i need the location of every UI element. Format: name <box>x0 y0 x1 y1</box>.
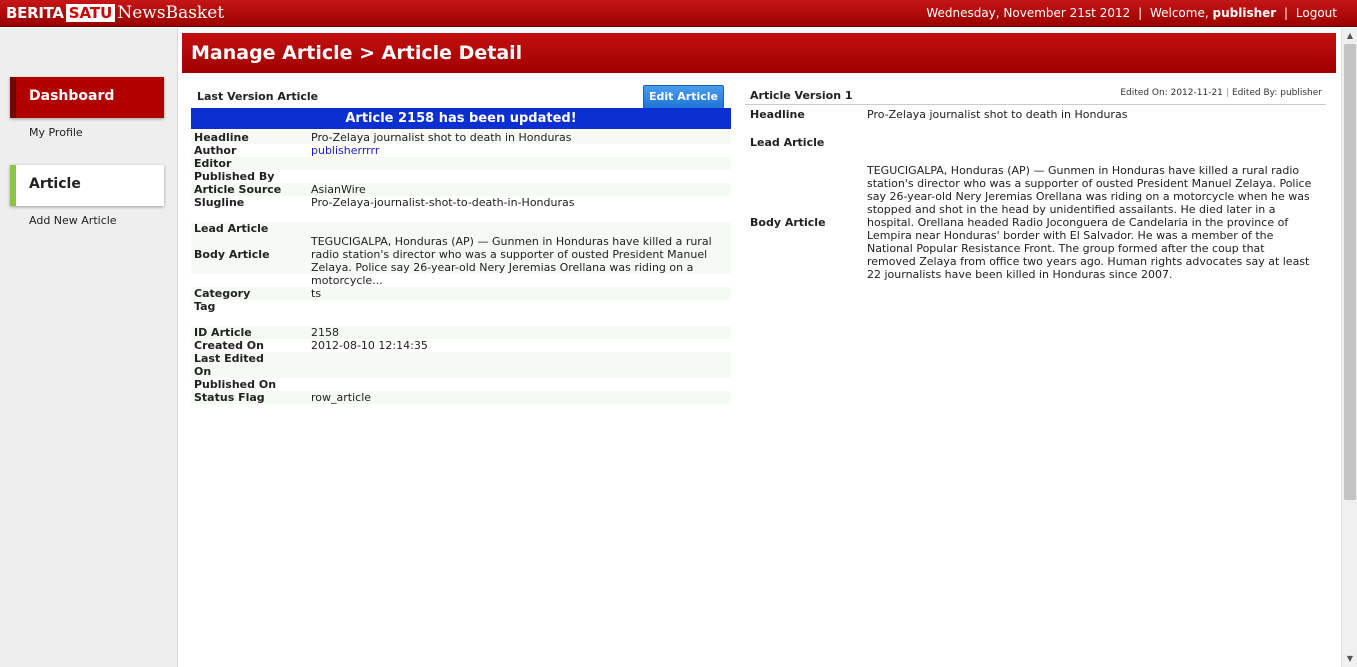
field-label: Published By <box>194 170 275 183</box>
edited-on: Edited On: 2012-11-21 <box>1120 88 1223 98</box>
field-value: 2158 <box>311 326 339 339</box>
field-label: Editor <box>194 157 232 170</box>
logo-newsbasket: NewsBasket <box>117 3 225 23</box>
field-label: Created On <box>194 339 264 352</box>
field-label: ID Article <box>194 326 252 339</box>
field-label: Body Article <box>194 248 270 261</box>
page-header: Manage Article > Article Detail <box>182 33 1336 73</box>
version-meta: Edited On: 2012-11-21 | Edited By: publish… <box>1120 88 1322 98</box>
user-info: Wednesday, November 21st 2012 | Welcome,… <box>926 6 1337 20</box>
logout-link[interactable]: Logout <box>1296 6 1337 20</box>
app-logo[interactable]: BERITA SATU NewsBasket <box>6 3 224 23</box>
field-row-id-article: ID Article 2158 <box>191 326 731 339</box>
field-value: Pro-Zelaya journalist shot to death in H… <box>311 131 572 144</box>
field-row-article-source: Article Source AsianWire <box>191 183 731 196</box>
separator: | <box>1225 88 1229 98</box>
field-value: 2012-08-10 12:14:35 <box>311 339 428 352</box>
field-row-headline: Headline Pro-Zelaya journalist shot to d… <box>191 131 731 144</box>
version-headline-value: Pro-Zelaya journalist shot to death in H… <box>867 108 1128 121</box>
field-row-status-flag: Status Flag row_article <box>191 391 731 404</box>
top-bar: BERITA SATU NewsBasket Wednesday, Novemb… <box>0 0 1357 27</box>
welcome-text: Welcome, <box>1149 6 1209 20</box>
author-link[interactable]: publisherrrrr <box>311 144 379 157</box>
article-version-title: Article Version 1 <box>750 89 853 102</box>
sidebar: Dashboard My Profile Article Add New Art… <box>0 28 178 667</box>
version-headline-label: Headline <box>750 108 805 121</box>
field-row-category: Category ts <box>191 287 731 300</box>
field-label: Headline <box>194 131 249 144</box>
field-value: ts <box>311 287 322 300</box>
field-label: Lead Article <box>194 222 269 235</box>
field-row-editor: Editor <box>191 157 731 170</box>
field-row-created-on: Created On 2012-08-10 12:14:35 <box>191 339 731 352</box>
field-label: Slugline <box>194 196 245 209</box>
version-body-text: TEGUCIGALPA, Honduras (AP) — Gunmen in H… <box>867 164 1312 281</box>
field-row-last-edited: Last Edited <box>191 352 731 365</box>
field-value: Pro-Zelaya-journalist-shot-to-death-in-H… <box>311 196 575 209</box>
my-profile-link[interactable]: My Profile <box>29 126 83 139</box>
field-value: AsianWire <box>311 183 366 196</box>
field-row-lead-article: Lead Article <box>191 222 731 235</box>
scroll-thumb[interactable] <box>1344 44 1356 500</box>
field-label: Article Source <box>194 183 282 196</box>
logo-satu: SATU <box>65 4 116 22</box>
page-title: Manage Article > Article Detail <box>191 42 523 64</box>
field-label: Tag <box>194 300 216 313</box>
logo-berita: BERITA <box>6 4 64 22</box>
separator: | <box>1138 6 1143 20</box>
add-new-article-link[interactable]: Add New Article <box>29 214 117 227</box>
field-value: row_article <box>311 391 372 404</box>
body-article-preview: TEGUCIGALPA, Honduras (AP) — Gunmen in H… <box>311 235 712 287</box>
field-row-tag: Tag <box>191 300 731 313</box>
update-banner: Article 2158 has been updated! <box>191 108 731 129</box>
field-label: Status Flag <box>194 391 265 404</box>
field-label: Author <box>194 144 237 157</box>
field-label: On <box>194 365 212 378</box>
last-version-title: Last Version Article <box>197 90 319 103</box>
field-row-last-edited-cont: On <box>191 365 731 378</box>
scroll-up-icon[interactable]: ▲ <box>1342 30 1357 42</box>
sidebar-item-label: Dashboard <box>29 88 115 104</box>
field-row-published-by: Published By <box>191 170 731 183</box>
field-label: Category <box>194 287 251 300</box>
version-lead-label: Lead Article <box>750 136 825 149</box>
separator: | <box>1284 6 1289 20</box>
page-scrollbar[interactable]: ▲ ▼ <box>1341 28 1357 667</box>
sidebar-item-article[interactable]: Article <box>10 165 164 206</box>
field-label: Last Edited <box>194 352 264 365</box>
scroll-down-icon[interactable]: ▼ <box>1342 653 1357 665</box>
edit-article-button[interactable]: Edit Article <box>643 85 724 109</box>
sidebar-item-label: Article <box>29 176 81 192</box>
current-date: Wednesday, November 21st 2012 <box>926 6 1131 20</box>
username: publisher <box>1212 6 1277 20</box>
edited-by: Edited By: publisher <box>1231 88 1322 98</box>
field-row-published-on: Published On <box>191 378 731 391</box>
sidebar-item-dashboard[interactable]: Dashboard <box>10 77 164 118</box>
version-body-label: Body Article <box>750 216 826 229</box>
field-row-author: Author publisherrrrr <box>191 144 731 157</box>
field-row-slugline: Slugline Pro-Zelaya-journalist-shot-to-d… <box>191 196 731 209</box>
field-label: Published On <box>194 378 277 391</box>
divider <box>745 104 1326 105</box>
